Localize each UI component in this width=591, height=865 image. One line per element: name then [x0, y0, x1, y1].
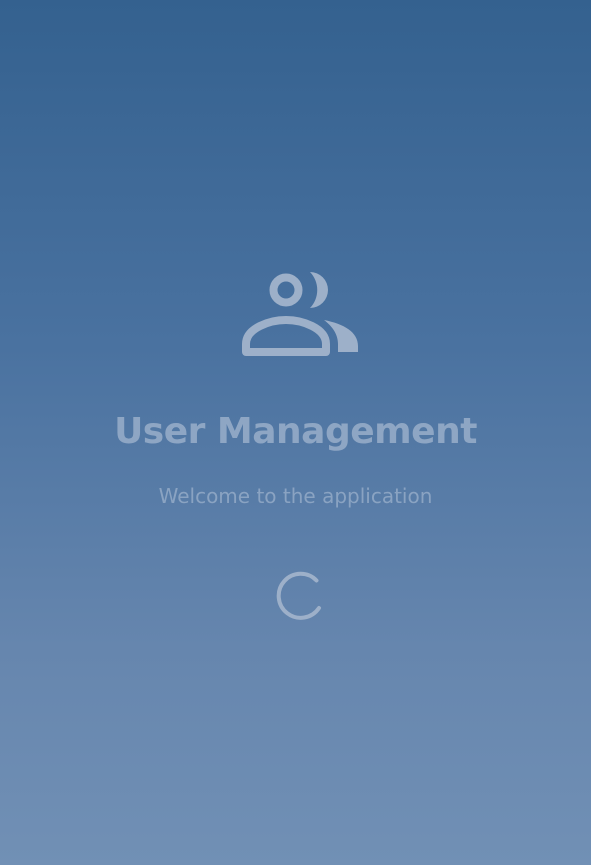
- welcome-message: Welcome to the application: [158, 484, 433, 508]
- loading-spinner: [275, 570, 325, 620]
- app-title: User Management: [114, 411, 477, 452]
- splash-screen: User Management Welcome to the applicati…: [0, 0, 591, 865]
- people-icon: [240, 266, 360, 356]
